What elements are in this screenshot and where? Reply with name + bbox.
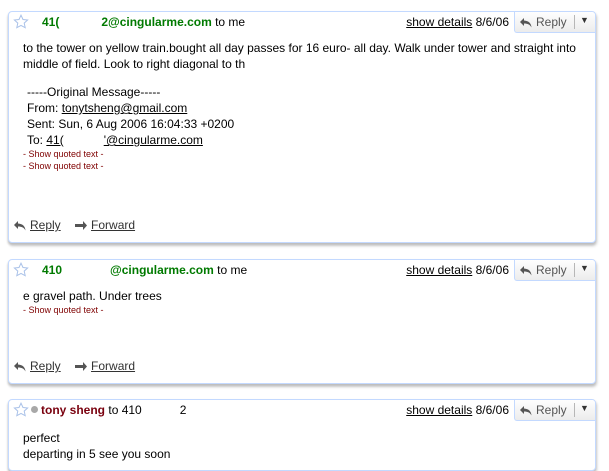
sender-address[interactable]: 41(2@cingularme.com to me	[42, 15, 245, 29]
reply-button[interactable]: Reply	[519, 403, 567, 417]
recipient-text: to 410 2	[108, 403, 187, 417]
show-quoted-text-link[interactable]: - Show quoted text -	[23, 160, 581, 172]
show-details-link[interactable]: show details	[406, 263, 472, 277]
sender-address[interactable]: 410 @cingularme.com to me	[42, 263, 247, 277]
more-options-icon[interactable]: ▼	[580, 403, 589, 413]
recipient-text: to me	[215, 15, 246, 29]
to-email-link[interactable]: 41('@cingularme.com	[46, 133, 203, 147]
message-details: show details 8/6/06	[406, 403, 509, 417]
message-header: 410 @cingularme.com to me show details 8/…	[9, 260, 595, 282]
original-message: -----Original Message----- From: tonytsh…	[27, 85, 235, 147]
from-email-link[interactable]: tonytsheng@gmail.com	[62, 101, 188, 115]
forward-arrow-icon	[75, 221, 88, 230]
reply-arrow-icon	[520, 18, 532, 28]
message-date: 8/6/06	[475, 263, 509, 277]
message-text-line: perfect	[23, 431, 60, 445]
show-quoted-text-link[interactable]: - Show quoted text -	[23, 148, 581, 160]
message-card: 41(2@cingularme.com to me show details 8…	[8, 11, 596, 243]
show-quoted-text-link[interactable]: - Show quoted text -	[23, 304, 581, 316]
message-details: show details 8/6/06	[406, 15, 509, 29]
show-details-link[interactable]: show details	[406, 15, 472, 29]
footer-forward-button[interactable]: Forward	[74, 359, 135, 373]
star-icon[interactable]	[13, 402, 29, 418]
message-text: to the tower on yellow train.bought all …	[23, 41, 576, 71]
reply-arrow-icon	[520, 406, 532, 416]
star-icon[interactable]	[13, 262, 29, 278]
status-dot-icon	[31, 406, 38, 413]
more-options-icon[interactable]: ▼	[580, 15, 589, 25]
message-body: perfect departing in 5 see you soon	[9, 422, 595, 462]
message-card: 410 @cingularme.com to me show details 8/…	[8, 259, 596, 384]
show-details-link[interactable]: show details	[406, 403, 472, 417]
message-details: show details 8/6/06	[406, 263, 509, 277]
reply-arrow-icon	[520, 266, 532, 276]
message-header: tony sheng to 410 2 show details 8/6/06 R…	[9, 400, 595, 422]
footer-reply-button[interactable]: Reply	[13, 359, 61, 373]
reply-button[interactable]: Reply	[519, 15, 567, 29]
message-body: e gravel path. Under trees - Show quoted…	[9, 282, 595, 316]
reply-menu: Reply ▼	[514, 12, 595, 33]
reply-menu: Reply ▼	[514, 260, 595, 281]
more-options-icon[interactable]: ▼	[580, 263, 589, 273]
message-header: 41(2@cingularme.com to me show details 8…	[9, 12, 595, 34]
footer-forward-button[interactable]: Forward	[74, 218, 135, 232]
footer-reply-button[interactable]: Reply	[13, 218, 61, 232]
message-body: to the tower on yellow train.bought all …	[9, 34, 595, 172]
message-text-line: departing in 5 see you soon	[23, 447, 171, 461]
message-date: 8/6/06	[475, 403, 509, 417]
message-date: 8/6/06	[475, 15, 509, 29]
recipient-text: to me	[217, 263, 248, 277]
star-icon[interactable]	[13, 14, 29, 30]
message-text: e gravel path. Under trees	[23, 289, 162, 303]
reply-arrow-icon	[14, 221, 26, 231]
message-card: tony sheng to 410 2 show details 8/6/06 R…	[8, 399, 596, 471]
reply-arrow-icon	[14, 362, 26, 372]
sender-name[interactable]: tony sheng to 410 2	[31, 403, 186, 417]
message-footer: Reply Forward	[13, 218, 145, 232]
reply-menu: Reply ▼	[514, 400, 595, 421]
message-footer: Reply Forward	[13, 359, 145, 373]
forward-arrow-icon	[75, 362, 88, 371]
reply-button[interactable]: Reply	[519, 263, 567, 277]
